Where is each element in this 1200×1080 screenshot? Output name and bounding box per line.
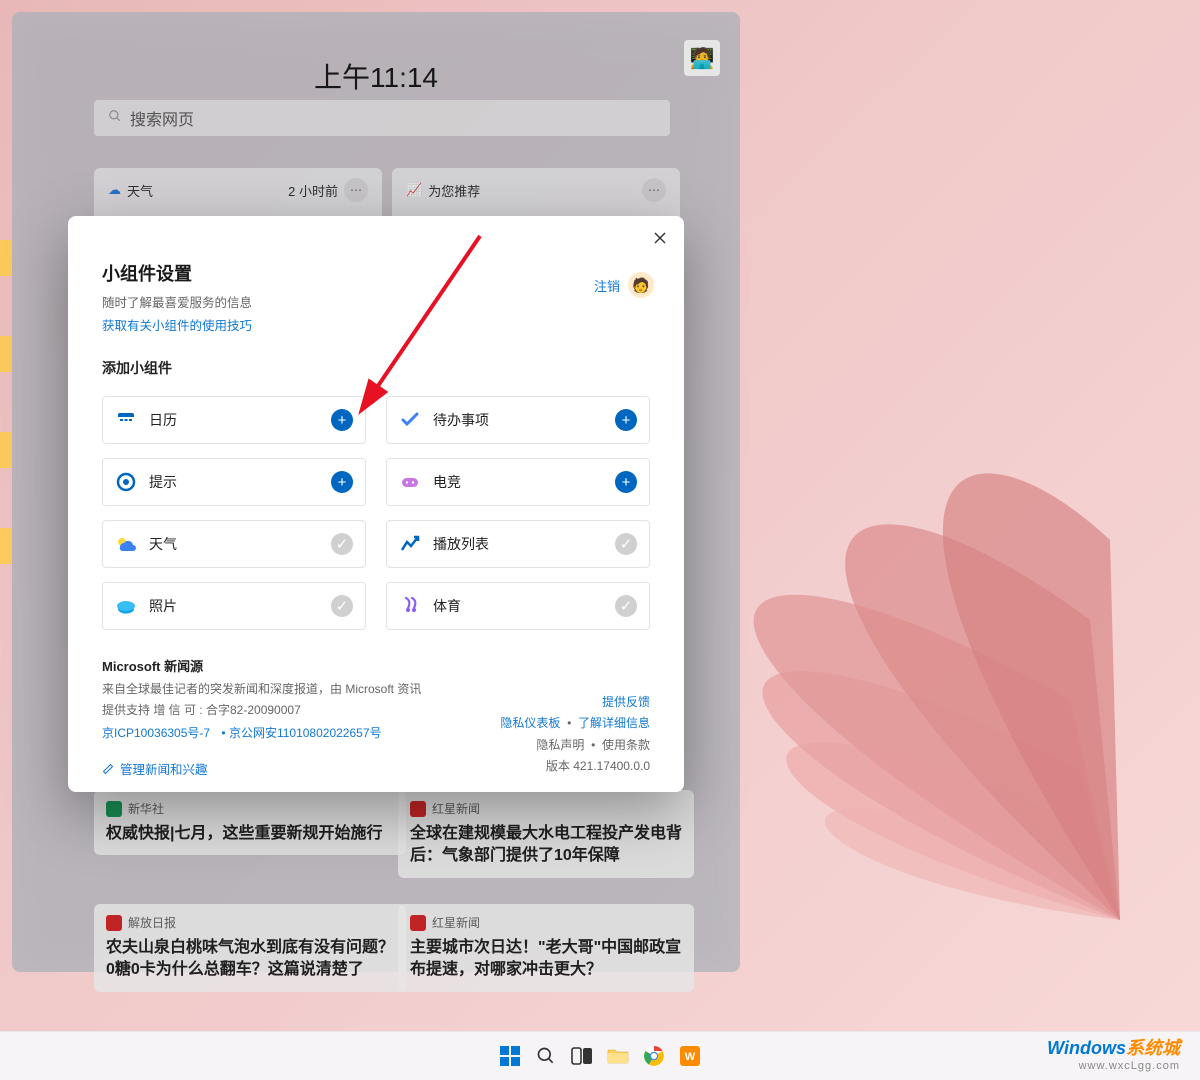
widget-option-photos[interactable]: 照片✓ xyxy=(102,582,366,630)
widget-label: 电竞 xyxy=(433,472,615,492)
taskbar[interactable]: W xyxy=(0,1031,1200,1080)
news-source: 红星新闻 xyxy=(432,800,480,817)
widget-option-esports[interactable]: 电竞+ xyxy=(386,458,650,506)
user-avatar-small: 🧑 xyxy=(628,272,654,298)
close-button[interactable] xyxy=(650,228,670,248)
news-headline: 农夫山泉白桃味气泡水到底有没有问题？0糖0卡为什么总翻车？这篇说清楚了 xyxy=(106,937,394,982)
search-icon[interactable] xyxy=(532,1042,560,1070)
news-card[interactable]: 新华社 权威快报|七月，这些重要新规开始施行 xyxy=(94,790,406,855)
dialog-subtitle: 随时了解最喜爱服务的信息 xyxy=(102,292,650,311)
search-icon xyxy=(108,109,122,128)
desktop: 上午11:14 🧑‍💻 搜索网页 ☁ 天气 2 小时前 ⋯ ⌂ Hubei, W… xyxy=(0,0,1200,1080)
add-button[interactable]: + xyxy=(615,409,637,431)
widget-label: 待办事项 xyxy=(433,410,615,430)
watchlist-icon xyxy=(399,533,421,555)
more-icon[interactable]: ⋯ xyxy=(344,178,368,202)
more-icon[interactable]: ⋯ xyxy=(642,178,666,202)
widget-option-weather[interactable]: 天气✓ xyxy=(102,520,366,568)
source-icon xyxy=(410,801,426,817)
news-source: 新华社 xyxy=(128,800,164,817)
user-avatar[interactable]: 🧑‍💻 xyxy=(684,40,720,76)
added-check-icon: ✓ xyxy=(331,595,353,617)
photos-icon xyxy=(115,595,137,617)
added-check-icon: ✓ xyxy=(615,595,637,617)
widget-option-sports[interactable]: 体育✓ xyxy=(386,582,650,630)
source-icon xyxy=(106,915,122,931)
news-source: 解放日报 xyxy=(128,914,176,931)
sports-icon xyxy=(399,595,421,617)
task-view-icon[interactable] xyxy=(568,1042,596,1070)
widget-label: 体育 xyxy=(433,596,615,616)
widget-label: 提示 xyxy=(149,472,331,492)
dialog-title: 小组件设置 xyxy=(102,260,650,286)
explorer-icon[interactable] xyxy=(604,1042,632,1070)
add-button[interactable]: + xyxy=(615,471,637,493)
widget-option-todo[interactable]: 待办事项+ xyxy=(386,396,650,444)
trend-icon: 📈 xyxy=(406,182,422,198)
tips-icon xyxy=(115,471,137,493)
widget-option-watchlist[interactable]: 播放列表✓ xyxy=(386,520,650,568)
news-card[interactable]: 解放日报 农夫山泉白桃味气泡水到底有没有问题？0糖0卡为什么总翻车？这篇说清楚了 xyxy=(94,904,406,992)
start-button[interactable] xyxy=(496,1042,524,1070)
news-card[interactable]: 红星新闻 主要城市次日达！"老大哥"中国邮政宣布提速，对哪家冲击更大？ xyxy=(398,904,694,992)
widget-grid: 日历+待办事项+提示+电竞+天气✓播放列表✓照片✓体育✓ xyxy=(68,378,684,630)
signout-label: 注销 xyxy=(594,276,620,295)
signout-link[interactable]: 注销 🧑 xyxy=(594,272,654,298)
widget-settings-dialog: 小组件设置 随时了解最喜爱服务的信息 获取有关小组件的使用技巧 注销 🧑 添加小… xyxy=(68,216,684,792)
widget-option-tips[interactable]: 提示+ xyxy=(102,458,366,506)
terms-link[interactable]: 使用条款 xyxy=(602,738,650,752)
widget-label: 天气 xyxy=(149,534,331,554)
widget-label: 日历 xyxy=(149,410,331,430)
news-card[interactable]: 红星新闻 全球在建规模最大水电工程投产发电背后：气象部门提供了10年保障 xyxy=(398,790,694,878)
manage-news-label: 管理新闻和兴趣 xyxy=(120,759,208,778)
add-button[interactable]: + xyxy=(331,409,353,431)
feedback-link[interactable]: 提供反馈 xyxy=(602,695,650,709)
add-button[interactable]: + xyxy=(331,471,353,493)
panel-clock: 上午11:14 xyxy=(12,56,740,96)
search-placeholder: 搜索网页 xyxy=(130,106,194,130)
news-source: 红星新闻 xyxy=(432,914,480,931)
weather-time: 2 小时前 xyxy=(288,181,338,200)
weather-icon xyxy=(115,533,137,555)
version-text: 版本 421.17400.0.0 xyxy=(500,756,650,778)
details-link[interactable]: 了解详细信息 xyxy=(578,716,650,730)
widget-label: 照片 xyxy=(149,596,331,616)
news-headline: 权威快报|七月，这些重要新规开始施行 xyxy=(106,823,394,845)
calendar-icon xyxy=(115,409,137,431)
widget-option-calendar[interactable]: 日历+ xyxy=(102,396,366,444)
widget-label: 播放列表 xyxy=(433,534,615,554)
weather-icon: ☁ xyxy=(108,182,121,198)
add-widgets-heading: 添加小组件 xyxy=(68,358,684,378)
source-icon xyxy=(410,915,426,931)
watermark: Windows系统城 www.wxcLgg.com xyxy=(1047,1034,1180,1072)
weather-title: 天气 xyxy=(127,181,153,200)
search-box[interactable]: 搜索网页 xyxy=(94,100,670,136)
newsfeed-desc: 来自全球最佳记者的突发新闻和深度报道，由 Microsoft 资讯 xyxy=(102,682,421,696)
chrome-icon[interactable] xyxy=(640,1042,668,1070)
added-check-icon: ✓ xyxy=(331,533,353,555)
news-headline: 全球在建规模最大水电工程投产发电背后：气象部门提供了10年保障 xyxy=(410,823,682,868)
esports-icon xyxy=(399,471,421,493)
news-headline: 主要城市次日达！"老大哥"中国邮政宣布提速，对哪家冲击更大？ xyxy=(410,937,682,982)
privacy-statement-link[interactable]: 隐私声明 xyxy=(536,738,584,752)
svg-text:W: W xyxy=(685,1051,696,1063)
tips-link[interactable]: 获取有关小组件的使用技巧 xyxy=(102,315,650,334)
icp-link-1[interactable]: 京ICP10036305号-7 xyxy=(102,726,210,740)
icp-link-2[interactable]: 京公网安11010802022657号 xyxy=(229,726,382,740)
todo-icon xyxy=(399,409,421,431)
recommend-title: 为您推荐 xyxy=(428,181,480,200)
app-icon[interactable]: W xyxy=(676,1042,704,1070)
newsfeed-title: Microsoft 新闻源 xyxy=(102,656,650,675)
source-icon xyxy=(106,801,122,817)
newsfeed-support: 提供支持 增 信 可 : 合字82-20090007 xyxy=(102,703,301,717)
privacy-dashboard-link[interactable]: 隐私仪表板 xyxy=(500,716,560,730)
added-check-icon: ✓ xyxy=(615,533,637,555)
